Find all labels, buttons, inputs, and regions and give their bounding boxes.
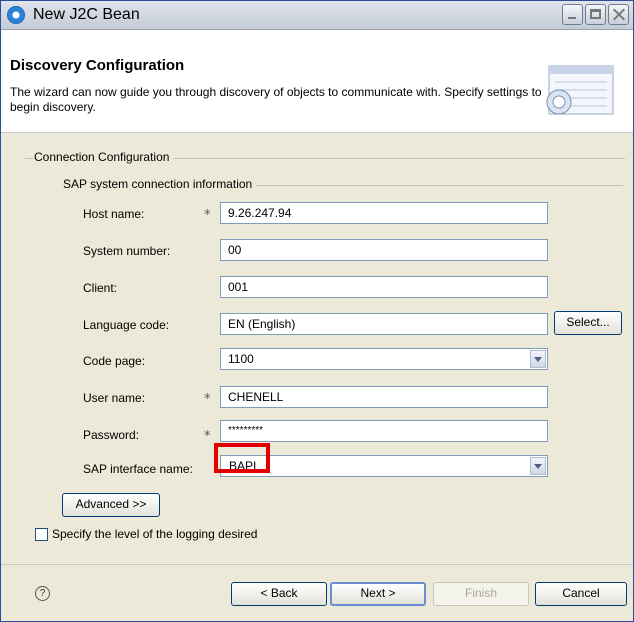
client-label: Client: (83, 281, 118, 295)
chevron-down-icon[interactable] (530, 350, 546, 368)
cancel-button[interactable]: Cancel (535, 582, 627, 606)
client-input[interactable]: 001 (220, 276, 548, 298)
user-name-label: User name: (83, 391, 146, 405)
language-code-input[interactable]: EN (English) (220, 313, 548, 335)
host-name-input[interactable]: 9.26.247.94 (220, 202, 548, 224)
wizard-banner: Discovery Configuration The wizard can n… (1, 30, 633, 133)
logging-checkbox[interactable] (35, 528, 48, 541)
host-name-label: Host name: (83, 207, 145, 221)
footer-divider (1, 564, 633, 565)
user-name-input[interactable]: CHENELL (220, 386, 548, 408)
close-button[interactable] (608, 4, 629, 25)
app-icon (7, 6, 25, 24)
code-page-label: Code page: (83, 354, 146, 368)
password-label: Password: (83, 428, 140, 442)
sap-interface-name-label: SAP interface name: (83, 462, 193, 476)
minimize-button[interactable] (562, 4, 583, 25)
password-input[interactable]: ********* (220, 420, 548, 442)
page-description: The wizard can now guide you through dis… (10, 85, 542, 114)
advanced-button[interactable]: Advanced >> (62, 493, 160, 517)
language-select-button[interactable]: Select... (554, 311, 622, 335)
discovery-wizard-icon (546, 65, 614, 115)
code-page-dropdown[interactable]: 1100 (220, 348, 548, 370)
help-icon[interactable]: ? (35, 586, 50, 601)
maximize-button[interactable] (585, 4, 606, 25)
window-title: New J2C Bean (33, 6, 140, 23)
required-marker: * (204, 208, 211, 223)
back-button[interactable]: < Back (231, 582, 327, 606)
system-number-input[interactable]: 00 (220, 239, 548, 261)
next-button[interactable]: Next > (330, 582, 426, 606)
page-title: Discovery Configuration (10, 57, 185, 74)
connection-config-legend: Connection Configuration (34, 150, 174, 164)
wizard-window: New J2C Bean Discovery Configuration The… (0, 0, 634, 622)
code-page-value: 1100 (228, 352, 254, 366)
logging-checkbox-label: Specify the level of the logging desired (52, 527, 258, 541)
finish-button: Finish (433, 582, 529, 606)
required-marker: * (204, 429, 211, 444)
sap-connection-legend: SAP system connection information (63, 177, 257, 191)
language-code-label: Language code: (83, 318, 170, 332)
required-marker: * (204, 392, 211, 407)
chevron-down-icon[interactable] (530, 457, 546, 475)
system-number-label: System number: (83, 244, 171, 258)
title-bar: New J2C Bean (1, 1, 633, 30)
highlight-box (214, 443, 270, 473)
